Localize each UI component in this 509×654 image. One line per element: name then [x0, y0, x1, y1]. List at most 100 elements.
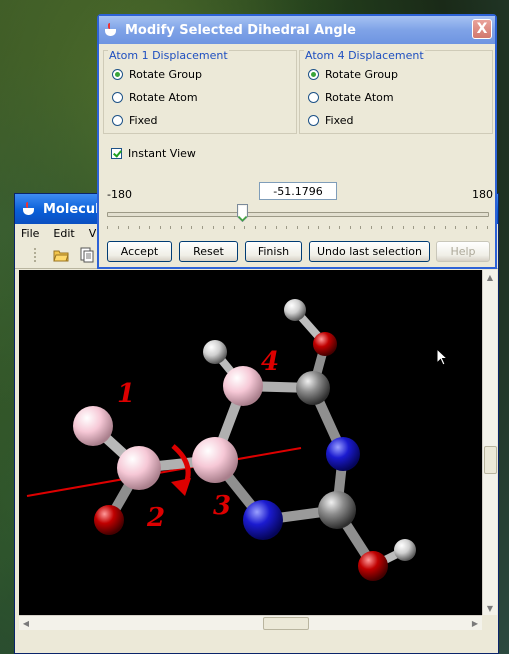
menu-file[interactable]: File [21, 227, 39, 240]
atom1-fixed-option[interactable]: Fixed [112, 114, 158, 127]
rotation-axis-line [26, 447, 302, 497]
slider-tick [339, 226, 341, 229]
instant-view-checkbox-row[interactable]: Instant View [111, 147, 196, 160]
angle-slider-track[interactable] [107, 212, 489, 217]
slider-tick [413, 226, 415, 229]
accept-button[interactable]: Accept [107, 241, 172, 262]
slider-tick [159, 226, 161, 229]
radio-icon[interactable] [308, 92, 319, 103]
slider-max-label: 180 [472, 188, 493, 201]
atom1-displacement-group: Atom 1 Displacement Rotate Group Rotate … [103, 49, 297, 134]
instant-view-checkbox[interactable] [111, 148, 122, 159]
atom4-option-label: Fixed [325, 114, 354, 127]
atom-h-bottom-right[interactable] [394, 539, 416, 561]
slider-tick [476, 226, 478, 229]
atom1-rotate-group-option[interactable]: Rotate Group [112, 68, 202, 81]
radio-icon[interactable] [308, 115, 319, 126]
atom-label-1: 1 [117, 379, 135, 409]
slider-tick [202, 226, 203, 229]
slider-tick [138, 226, 140, 229]
scroll-up-icon[interactable]: ▲ [483, 270, 497, 284]
help-button[interactable]: Help [436, 241, 490, 262]
vertical-scroll-thumb[interactable] [484, 446, 497, 474]
atom-n-bottom[interactable] [243, 500, 283, 540]
slider-tick [349, 226, 351, 229]
scroll-right-icon[interactable]: ▶ [468, 616, 482, 630]
slider-tick [223, 226, 225, 229]
java-icon [21, 201, 37, 217]
atom-o-bottom-left[interactable] [94, 505, 124, 535]
dialog-titlebar[interactable]: Modify Selected Dihedral Angle [99, 16, 495, 44]
slider-tick [328, 226, 330, 229]
slider-tick [170, 226, 172, 229]
document-icon [80, 247, 94, 263]
atom-label-3: 3 [213, 491, 231, 521]
slider-tick [455, 226, 457, 229]
grip-icon [34, 248, 36, 262]
angle-slider-thumb[interactable] [237, 204, 249, 223]
atom-c-bottom[interactable] [318, 491, 356, 529]
open-folder-icon [53, 250, 69, 262]
atom4-displacement-group: Atom 4 Displacement Rotate Group Rotate … [299, 49, 493, 134]
atom4-option-label: Rotate Atom [325, 91, 394, 104]
atom-o-top[interactable] [313, 332, 337, 356]
mouse-cursor-icon [436, 348, 448, 366]
atom-4-selected[interactable] [223, 366, 263, 406]
atom1-rotate-atom-option[interactable]: Rotate Atom [112, 91, 198, 104]
rotation-arrowhead [171, 478, 191, 496]
atom1-option-label: Fixed [129, 114, 158, 127]
slider-tick [191, 226, 193, 229]
slider-tick [128, 226, 130, 229]
dialog-title: Modify Selected Dihedral Angle [125, 22, 356, 38]
radio-icon[interactable] [112, 92, 123, 103]
slider-tick [149, 226, 151, 229]
slider-min-label: -180 [107, 188, 132, 201]
atom-3-selected[interactable] [192, 437, 238, 483]
horizontal-scroll-thumb[interactable] [263, 617, 309, 630]
radio-selected-icon[interactable] [112, 69, 123, 80]
atom4-group-title: Atom 4 Displacement [304, 49, 425, 62]
slider-ticks [107, 226, 488, 230]
horizontal-scrollbar[interactable]: ◀ ▶ [19, 615, 482, 630]
atom-2-selected[interactable] [117, 446, 161, 490]
atom-label-2: 2 [146, 503, 165, 533]
radio-selected-icon[interactable] [308, 69, 319, 80]
java-icon [103, 22, 119, 38]
angle-value-field[interactable]: -51.1796 [259, 182, 337, 200]
atom4-rotate-atom-option[interactable]: Rotate Atom [308, 91, 394, 104]
slider-tick [381, 226, 383, 229]
finish-button[interactable]: Finish [245, 241, 302, 262]
atom-h-left[interactable] [203, 340, 227, 364]
slider-tick [318, 226, 320, 229]
slider-tick [180, 226, 182, 229]
atom1-option-label: Rotate Group [129, 68, 202, 81]
scroll-left-icon[interactable]: ◀ [19, 616, 33, 630]
atom-n-right[interactable] [326, 437, 360, 471]
slider-tick [265, 226, 267, 229]
atom-o-bottom-right[interactable] [358, 551, 388, 581]
slider-tick [244, 226, 246, 229]
molecule-render[interactable]: 1 2 3 4 [19, 270, 482, 615]
atom4-rotate-group-option[interactable]: Rotate Group [308, 68, 398, 81]
open-button[interactable] [51, 245, 71, 265]
save-button[interactable] [77, 245, 97, 265]
molecule-viewport[interactable]: 1 2 3 4 [19, 270, 482, 615]
slider-tick [465, 226, 467, 229]
atom4-fixed-option[interactable]: Fixed [308, 114, 354, 127]
atom1-group-title: Atom 1 Displacement [108, 49, 229, 62]
atom-h-top[interactable] [284, 299, 306, 321]
close-button[interactable]: X [472, 19, 492, 39]
vertical-scrollbar[interactable]: ▲ ▼ [482, 270, 497, 615]
slider-tick [212, 226, 214, 229]
radio-icon[interactable] [112, 115, 123, 126]
atom-1-selected[interactable] [73, 406, 113, 446]
scroll-down-icon[interactable]: ▼ [483, 601, 497, 615]
slider-tick [423, 226, 425, 229]
menu-edit[interactable]: Edit [53, 227, 74, 240]
slider-tick [275, 226, 277, 229]
atoms [73, 299, 416, 581]
toolbar-grip [25, 245, 45, 265]
undo-last-selection-button[interactable]: Undo last selection [309, 241, 430, 262]
atom-c-right[interactable] [296, 371, 330, 405]
reset-button[interactable]: Reset [179, 241, 238, 262]
